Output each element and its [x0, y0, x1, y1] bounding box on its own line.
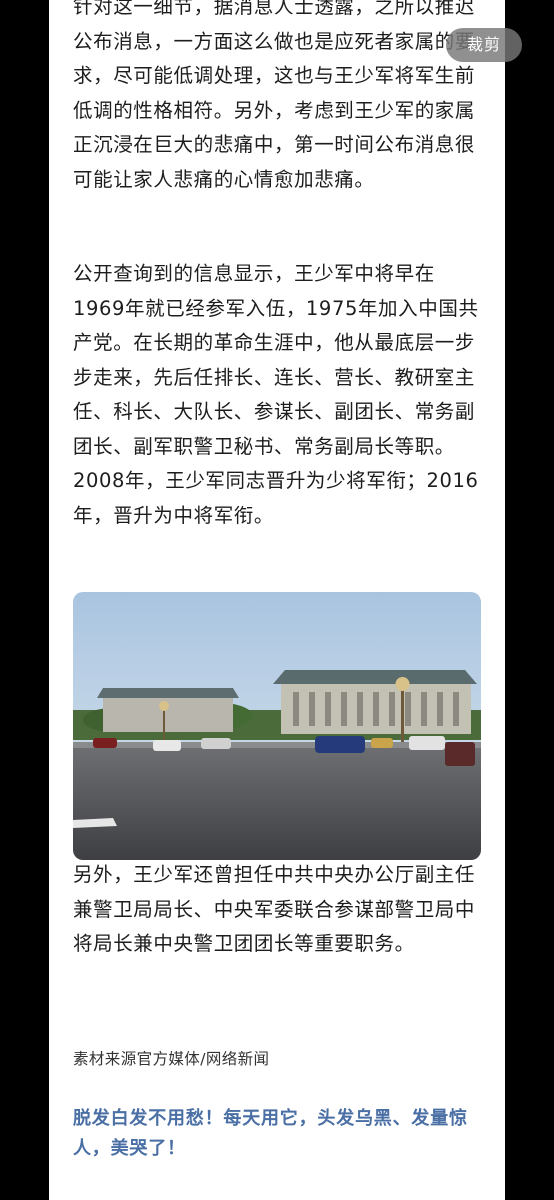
promo-link[interactable]: 脱发白发不用愁！每天用它，头发乌黑、发量惊人，美哭了！: [73, 1104, 485, 1164]
article-paragraph-1: 针对这一细节，据消息人士透露，之所以推迟公布消息，一方面这么做也是应死者家属的要…: [73, 0, 476, 191]
clip-button[interactable]: 裁剪: [446, 28, 522, 62]
article-paragraph-3: 另外，王少军还曾担任中共中央办公厅副主任兼警卫局局长、中央军委联合参谋部警卫局中…: [73, 863, 476, 955]
source-note: 素材来源官方媒体/网络新闻: [73, 1050, 270, 1068]
building-photo-illustration: [73, 592, 481, 860]
article-paragraph-2: 公开查询到的信息显示，王少军中将早在1969年就已经参军入伍，1975年加入中国…: [73, 262, 479, 527]
article-photo[interactable]: [73, 592, 481, 860]
article-container: 针对这一细节，据消息人士透露，之所以推迟公布消息，一方面这么做也是应死者家属的要…: [49, 0, 505, 1200]
